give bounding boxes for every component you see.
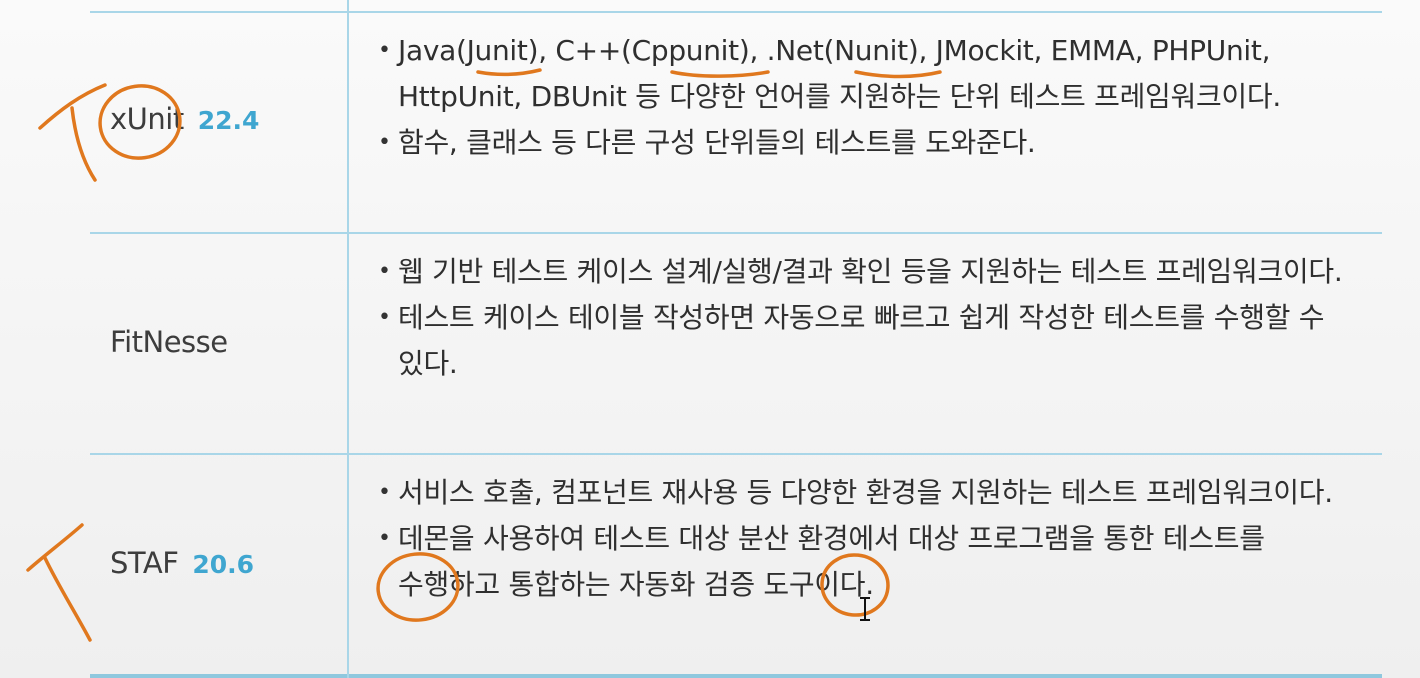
chapter-number: 20.6 xyxy=(192,550,255,579)
tool-description-fitnesse: 웹 기반 테스트 케이스 설계/실행/결과 확인 등을 지원하는 테스트 프레임… xyxy=(376,249,1366,387)
row-divider xyxy=(90,232,1382,234)
description-bullet: 함수, 클래스 등 다른 구성 단위들의 테스트를 도와준다. xyxy=(376,120,1366,166)
description-bullet: 웹 기반 테스트 케이스 설계/실행/결과 확인 등을 지원하는 테스트 프레임… xyxy=(376,249,1366,295)
tool-name: STAF xyxy=(110,546,179,580)
description-bullet: 서비스 호출, 컴포넌트 재사용 등 다양한 환경을 지원하는 테스트 프레임워… xyxy=(376,470,1366,516)
tool-name: xUnit xyxy=(110,102,184,136)
table-top-border xyxy=(90,11,1382,13)
tool-name-xunit: xUnit 22.4 xyxy=(110,102,259,136)
tool-name: FitNesse xyxy=(110,325,228,359)
document-page: xUnit 22.4 Java(Junit), C++(Cppunit), .Ne… xyxy=(0,0,1420,678)
chapter-number: 22.4 xyxy=(197,106,260,135)
description-bullet: 테스트 케이스 테이블 작성하면 자동으로 빠르고 쉽게 작성한 테스트를 수행… xyxy=(376,295,1366,387)
check-mark-annotation xyxy=(26,523,92,642)
tool-description-xunit: Java(Junit), C++(Cppunit), .Net(Nunit), … xyxy=(376,28,1366,166)
tool-description-staf: 서비스 호출, 컴포넌트 재사용 등 다양한 환경을 지원하는 테스트 프레임워… xyxy=(376,470,1366,608)
row-divider xyxy=(90,453,1382,455)
tool-name-fitnesse: FitNesse xyxy=(110,325,228,359)
tool-name-staf: STAF 20.6 xyxy=(110,546,254,580)
description-bullet: 데몬을 사용하여 테스트 대상 분산 환경에서 대상 프로그램을 통한 테스트를… xyxy=(376,516,1366,608)
check-mark-annotation xyxy=(38,83,107,182)
table-bottom-border xyxy=(90,674,1382,678)
text-cursor-icon xyxy=(860,597,870,621)
column-divider xyxy=(347,0,349,678)
description-bullet: Java(Junit), C++(Cppunit), .Net(Nunit), … xyxy=(376,28,1366,120)
